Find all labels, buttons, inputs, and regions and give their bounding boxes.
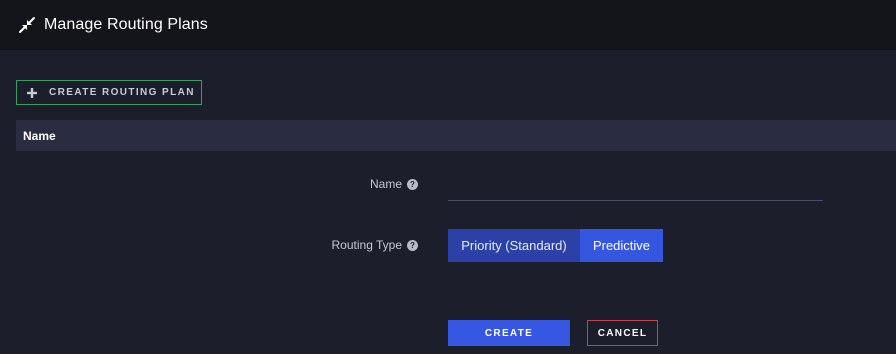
cancel-button[interactable]: CANCEL bbox=[587, 320, 658, 346]
page-title: Manage Routing Plans bbox=[44, 16, 208, 33]
top-bar: Manage Routing Plans bbox=[0, 0, 896, 50]
routing-type-option-predictive[interactable]: Predictive bbox=[580, 229, 663, 262]
plus-icon bbox=[26, 87, 38, 99]
routing-type-field-label: Routing Type ? bbox=[300, 238, 418, 252]
compress-arrows-icon bbox=[17, 15, 37, 35]
column-header-name[interactable]: Name bbox=[23, 129, 56, 143]
name-input[interactable] bbox=[448, 172, 823, 201]
name-field-label: Name ? bbox=[300, 177, 418, 191]
routing-type-option-priority[interactable]: Priority (Standard) bbox=[448, 229, 580, 262]
table-header: Name bbox=[16, 120, 896, 151]
help-icon[interactable]: ? bbox=[407, 178, 418, 190]
create-routing-plan-label: CREATE ROUTING PLAN bbox=[49, 87, 195, 98]
name-label-text: Name bbox=[369, 177, 402, 191]
create-routing-plan-button[interactable]: CREATE ROUTING PLAN bbox=[16, 80, 202, 105]
routing-type-label-text: Routing Type bbox=[331, 238, 403, 252]
help-icon[interactable]: ? bbox=[407, 239, 418, 251]
create-button[interactable]: CREATE bbox=[448, 320, 570, 346]
